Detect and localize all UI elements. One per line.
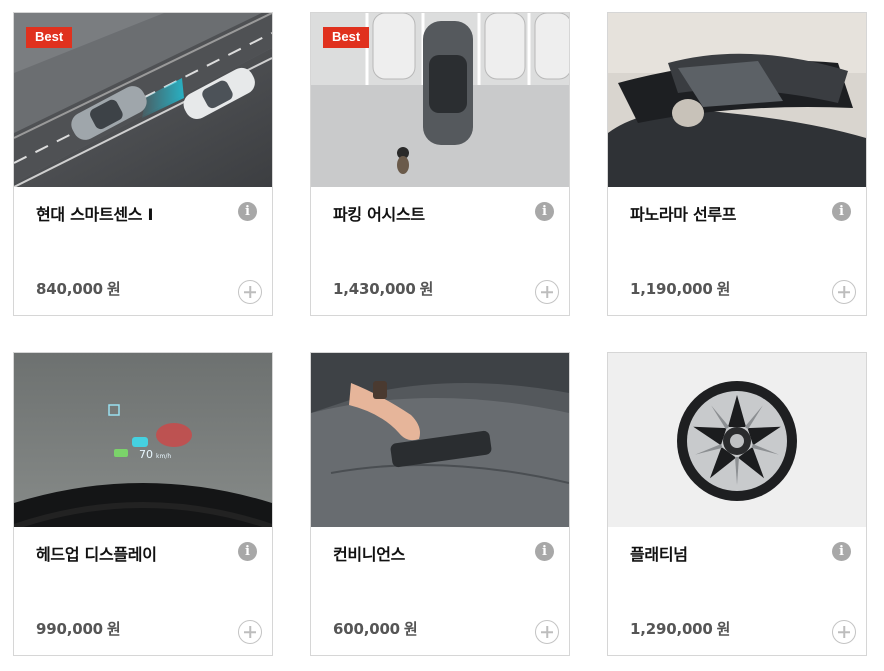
plus-circle-icon[interactable] — [238, 280, 262, 304]
option-price: 840,000 원 — [36, 278, 121, 299]
plus-circle-icon[interactable] — [238, 620, 262, 644]
plus-circle-icon[interactable] — [832, 280, 856, 304]
best-badge: Best — [26, 27, 73, 48]
option-grid: Best 현대 스마트센스 I i 840,000 원 Best 파킹 어시스트… — [0, 0, 884, 671]
plus-circle-icon[interactable] — [832, 620, 856, 644]
option-title: 파킹 어시스트 — [333, 205, 425, 224]
option-title: 컨비니언스 — [333, 545, 406, 564]
best-badge: Best — [323, 27, 370, 48]
price-value: 840,000 — [36, 280, 103, 298]
info-icon[interactable]: i — [238, 202, 257, 221]
convenience-image — [311, 353, 569, 527]
option-price: 1,190,000 원 — [630, 278, 730, 299]
info-icon[interactable]: i — [832, 542, 851, 561]
option-title: 현대 스마트센스 I — [36, 205, 154, 224]
platinum-wheel-image — [608, 353, 866, 527]
smartsense-image: Best — [14, 13, 272, 187]
parking-assist-image: Best — [311, 13, 569, 187]
option-price: 1,430,000 원 — [333, 278, 433, 299]
price-value: 990,000 — [36, 620, 103, 638]
price-currency: 원 — [716, 280, 731, 298]
option-title: 파노라마 선루프 — [630, 205, 737, 224]
price-value: 1,290,000 — [630, 620, 713, 638]
info-icon[interactable]: i — [535, 202, 554, 221]
price-value: 1,430,000 — [333, 280, 416, 298]
price-value: 1,190,000 — [630, 280, 713, 298]
hud-speed: 70 — [139, 448, 153, 461]
option-price: 990,000 원 — [36, 618, 121, 639]
option-card-platinum[interactable]: 플래티넘 i 1,290,000 원 — [607, 352, 867, 656]
price-value: 600,000 — [333, 620, 400, 638]
option-card-hud[interactable]: 70 km/h 헤드업 디스플레이 i 990,000 원 — [13, 352, 273, 656]
price-currency: 원 — [419, 280, 434, 298]
option-card-convenience[interactable]: 컨비니언스 i 600,000 원 — [310, 352, 570, 656]
panorama-sunroof-image — [608, 13, 866, 187]
option-price: 1,290,000 원 — [630, 618, 730, 639]
option-title: 헤드업 디스플레이 — [36, 545, 157, 564]
price-currency: 원 — [403, 620, 418, 638]
hud-unit: km/h — [156, 453, 171, 460]
option-card-parking-assist[interactable]: Best 파킹 어시스트 i 1,430,000 원 — [310, 12, 570, 316]
price-currency: 원 — [106, 280, 121, 298]
option-card-panorama-sunroof[interactable]: 파노라마 선루프 i 1,190,000 원 — [607, 12, 867, 316]
info-icon[interactable]: i — [832, 202, 851, 221]
price-currency: 원 — [106, 620, 121, 638]
plus-circle-icon[interactable] — [535, 280, 559, 304]
hud-image: 70 km/h — [14, 353, 272, 527]
price-currency: 원 — [716, 620, 731, 638]
option-card-smartsense[interactable]: Best 현대 스마트센스 I i 840,000 원 — [13, 12, 273, 316]
info-icon[interactable]: i — [535, 542, 554, 561]
info-icon[interactable]: i — [238, 542, 257, 561]
plus-circle-icon[interactable] — [535, 620, 559, 644]
option-title: 플래티넘 — [630, 545, 688, 564]
option-price: 600,000 원 — [333, 618, 418, 639]
